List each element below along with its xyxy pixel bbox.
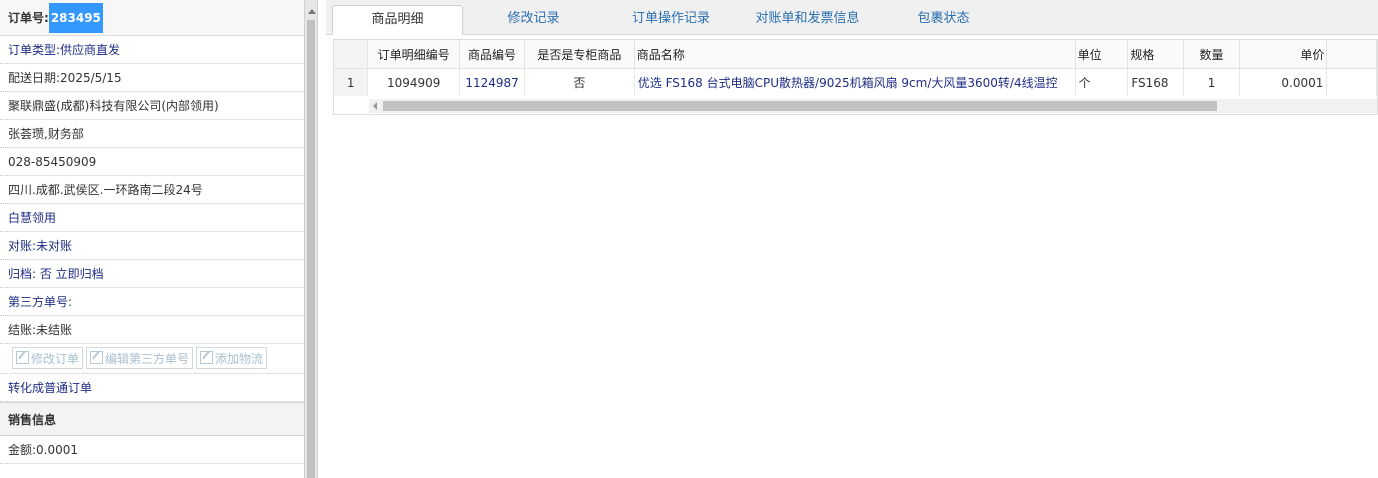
- col-product-id[interactable]: 商品编号: [459, 40, 526, 69]
- order-number-label: 订单号:: [8, 11, 49, 25]
- horizontal-scroll-thumb[interactable]: [383, 101, 1217, 111]
- tab-package-status[interactable]: 包裹状态: [886, 5, 1001, 35]
- order-number-value[interactable]: 283495: [48, 3, 103, 33]
- amount: 金额:0.0001: [0, 436, 304, 464]
- add-logistics-button[interactable]: 添加物流: [196, 347, 268, 369]
- scroll-up-icon[interactable]: [308, 9, 316, 14]
- detail-panel: 商品明细 修改记录 订单操作记录 对账单和发票信息 包裹状态 订单明细编号 商品…: [326, 0, 1378, 478]
- edit-icon: [90, 351, 104, 364]
- edit-third-party-button[interactable]: 编辑第三方单号: [86, 347, 194, 369]
- cell-extra: [1326, 68, 1377, 96]
- table-header-row: 订单明细编号 商品编号 是否是专柜商品 商品名称 单位 规格 数量 单价: [334, 40, 1377, 69]
- col-unit-price[interactable]: 单价: [1239, 40, 1328, 69]
- col-product-name[interactable]: 商品名称: [634, 40, 1076, 69]
- third-party-number: 第三方单号:: [0, 288, 304, 316]
- delivery-date: 配送日期:2025/5/15: [0, 64, 304, 92]
- scroll-left-icon[interactable]: [373, 102, 377, 110]
- tab-bar: 商品明细 修改记录 订单操作记录 对账单和发票信息 包裹状态: [326, 0, 1378, 35]
- company-name: 聚联鼎盛(成都)科技有限公司(内部领用): [0, 92, 304, 120]
- cell-counter-product: 否: [524, 68, 635, 96]
- archive-status[interactable]: 归档: 否 立即归档: [0, 260, 304, 288]
- tab-order-operation-log[interactable]: 订单操作记录: [606, 5, 736, 35]
- left-panel-scrollbar[interactable]: [304, 0, 318, 478]
- cell-product-name-link[interactable]: 优选 FS168 台式电脑CPU散热器/9025机箱风扇 9cm/大风量3600…: [634, 68, 1076, 96]
- tab-modification-log[interactable]: 修改记录: [476, 5, 591, 35]
- col-counter-product[interactable]: 是否是专柜商品: [524, 40, 635, 69]
- reconcile-status[interactable]: 对账:未对账: [0, 232, 304, 260]
- edit-order-button[interactable]: 修改订单: [12, 347, 84, 369]
- edit-icon: [200, 351, 214, 364]
- contact-person: 张荟瓒,财务部: [0, 120, 304, 148]
- col-row-number: [334, 40, 369, 69]
- action-buttons: 修改订单 编辑第三方单号 添加物流: [0, 344, 304, 374]
- cell-unit-price: 0.0001: [1239, 68, 1328, 96]
- convert-to-normal-order-link[interactable]: 转化成普通订单: [0, 374, 304, 402]
- sales-info-header: 销售信息: [0, 402, 304, 436]
- scroll-thumb[interactable]: [307, 20, 315, 478]
- edit-icon: [16, 351, 29, 364]
- usage-link[interactable]: 白慧领用: [0, 204, 304, 232]
- settlement-status: 结账:未结账: [0, 316, 304, 344]
- product-table: 订单明细编号 商品编号 是否是专柜商品 商品名称 单位 规格 数量 单价 1 1…: [333, 39, 1378, 115]
- table-horizontal-scrollbar[interactable]: [369, 99, 1377, 113]
- order-type: 订单类型:供应商直发: [0, 36, 304, 64]
- delivery-address: 四川.成都.武侯区.一环路南二段24号: [0, 176, 304, 204]
- order-number-row: 订单号: 283495: [0, 0, 304, 36]
- tab-statement-invoice[interactable]: 对账单和发票信息: [741, 5, 874, 35]
- tab-product-details[interactable]: 商品明细: [332, 5, 463, 35]
- cell-unit: 个: [1075, 68, 1129, 96]
- table-row[interactable]: 1 1094909 1124987 否 优选 FS168 台式电脑CPU散热器/…: [334, 68, 1377, 96]
- col-quantity[interactable]: 数量: [1183, 40, 1240, 69]
- col-extra: [1326, 40, 1377, 69]
- col-detail-id[interactable]: 订单明细编号: [367, 40, 461, 69]
- cell-detail-id: 1094909: [367, 68, 461, 96]
- cell-product-id-link[interactable]: 1124987: [459, 68, 526, 96]
- cell-row-number: 1: [334, 68, 369, 96]
- cell-quantity: 1: [1183, 68, 1240, 96]
- col-unit[interactable]: 单位: [1075, 40, 1129, 69]
- phone-number: 028-85450909: [0, 148, 304, 176]
- col-spec[interactable]: 规格: [1127, 40, 1185, 69]
- cell-spec: FS168: [1127, 68, 1185, 96]
- order-info-panel: 订单号: 283495 订单类型:供应商直发 配送日期:2025/5/15 聚联鼎…: [0, 0, 304, 478]
